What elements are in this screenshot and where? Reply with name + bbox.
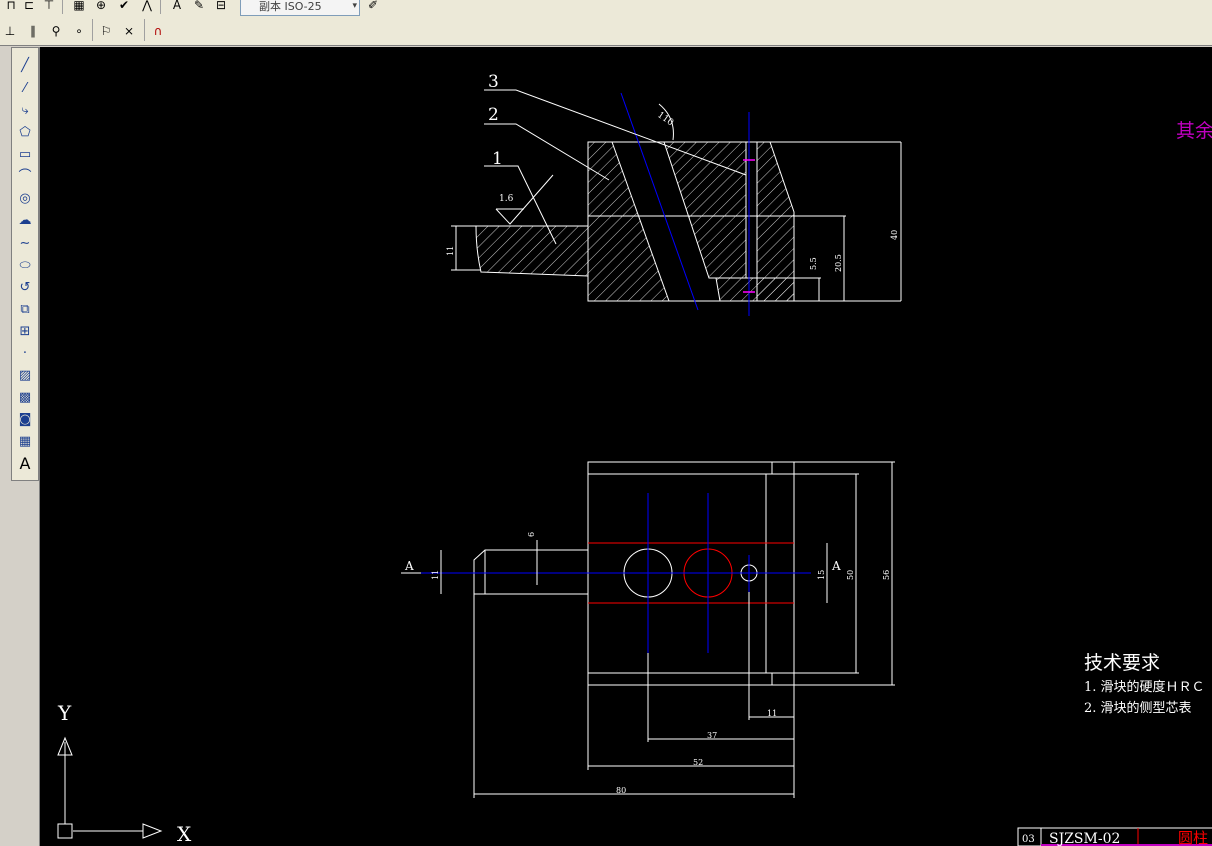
- drawing-canvas[interactable]: 110 3 2 1 1.6 11 5.5 20.5 40 A A 11 6 15…: [39, 47, 1212, 846]
- title-drawing-number: SJZSM-02: [1049, 831, 1120, 846]
- hatched-block-bottom: [715, 277, 795, 302]
- baseline-dim-icon[interactable]: ⊤: [40, 0, 58, 14]
- hatched-shank: [475, 225, 589, 277]
- perpendicular-snap-icon[interactable]: ⊥: [1, 22, 19, 40]
- dimension-style-select[interactable]: 副本 ISO-25 ▾: [240, 0, 360, 16]
- tech-requirement-1: 1. 滑块的硬度ＨＲＣ: [1084, 679, 1205, 695]
- section-label-a-right: A: [831, 559, 841, 573]
- construction-line-icon[interactable]: ⁄: [14, 79, 36, 99]
- node-snap-icon[interactable]: ∘: [70, 22, 88, 40]
- insert-snap-icon[interactable]: ⚲: [47, 22, 65, 40]
- dim-edit-icon[interactable]: ✔: [115, 0, 133, 14]
- polygon-tool-icon[interactable]: ⬠: [14, 123, 36, 143]
- roughness-value: 1.6: [499, 194, 514, 204]
- cad-drawing: 110 3 2 1 1.6 11 5.5 20.5 40 A A 11 6 15…: [57, 72, 1212, 846]
- leader-label-3: 3: [488, 72, 499, 92]
- circle-tool-icon[interactable]: ◎: [14, 189, 36, 209]
- line-tool-icon[interactable]: ╱: [14, 56, 36, 76]
- chevron-down-icon[interactable]: ▾: [352, 0, 357, 14]
- polyline-tool-icon[interactable]: ⤷: [14, 101, 36, 121]
- plan-view: A A 11 6 15 50 56 11 37 52 80: [401, 461, 895, 798]
- ucs-y-label: Y: [57, 701, 72, 725]
- dim-text-15: 15: [817, 570, 826, 580]
- title-block: 03 SJZSM-02 圆柱: [1017, 827, 1212, 846]
- dim-text-20-5: 20.5: [834, 254, 843, 272]
- parallel-snap-icon[interactable]: ∥: [24, 22, 42, 40]
- hatch-tool-icon[interactable]: ▨: [14, 366, 36, 386]
- draw-toolbar: ╱ ⁄ ⤷ ⬠ ▭ ⌒ ◎ ☁ ∼ ⬭ ↺ ⧉ ⊞ · ▨ ▩ ◙ ▦ A: [11, 47, 39, 481]
- dim-style-manager-icon[interactable]: ✐: [364, 0, 382, 14]
- title-part-name: 圆柱: [1178, 829, 1208, 846]
- dim-override-icon[interactable]: ✎: [190, 0, 208, 14]
- arc-tool-icon[interactable]: ⌒: [14, 167, 36, 187]
- plan-shank: [473, 549, 588, 595]
- ellipse-tool-icon[interactable]: ⬭: [14, 256, 36, 276]
- dim-text-56: 56: [882, 570, 891, 580]
- note-remaining: 其余: [1176, 120, 1212, 142]
- ellipse-arc-icon[interactable]: ↺: [14, 278, 36, 298]
- dimension-tool-icon[interactable]: ⊓: [2, 0, 20, 14]
- tech-requirement-2: 2. 滑块的侧型芯表: [1084, 700, 1192, 716]
- dim-text-37: 37: [707, 731, 717, 740]
- ucs-icon: Y X: [57, 701, 192, 846]
- make-block-icon[interactable]: ⊞: [14, 322, 36, 342]
- dim-text-50: 50: [846, 570, 855, 580]
- title-code: 03: [1022, 834, 1035, 845]
- none-snap-icon[interactable]: ⨯: [120, 22, 138, 40]
- tech-requirements-title: 技术要求: [1084, 652, 1160, 674]
- table-tool-icon[interactable]: ▦: [14, 432, 36, 452]
- rectangle-tool-icon[interactable]: ▭: [14, 145, 36, 165]
- point-tool-icon[interactable]: ·: [14, 344, 36, 364]
- ucs-x-arrow: [142, 823, 163, 839]
- dim-text-52: 52: [693, 758, 703, 767]
- section-view: 110 3 2 1 1.6 11 5.5 20.5 40: [446, 72, 902, 316]
- ucs-origin-box: [57, 823, 73, 839]
- dimension-style-value: 副本 ISO-25: [259, 0, 322, 13]
- nearest-snap-icon[interactable]: ⚐: [97, 22, 115, 40]
- dim-text-edit-icon[interactable]: ⋀: [138, 0, 156, 14]
- hatched-block-mid: [663, 141, 747, 279]
- dim-text-11-bottom: 11: [767, 709, 777, 718]
- dim-text-5-5: 5.5: [809, 257, 818, 270]
- spline-tool-icon[interactable]: ∼: [14, 234, 36, 254]
- toolbar-separator: [62, 0, 63, 14]
- revision-cloud-icon[interactable]: ☁: [14, 211, 36, 231]
- dim-update-icon[interactable]: A: [168, 0, 186, 14]
- insert-block-icon[interactable]: ⧉: [14, 300, 36, 320]
- region-tool-icon[interactable]: ◙: [14, 410, 36, 430]
- hatched-block-right: [756, 141, 795, 302]
- leader-label-2: 2: [488, 105, 499, 125]
- toolbar-separator: [160, 0, 161, 14]
- section-label-a-left: A: [404, 559, 414, 573]
- dim-text-40: 40: [890, 230, 899, 240]
- toolbar-osnap: ⊥ ∥ ⚲ ∘ ⚐ ⨯ ∩: [0, 17, 1212, 46]
- tolerance-icon[interactable]: ▦: [70, 0, 88, 14]
- dim-text-11: 11: [446, 246, 455, 256]
- center-mark-icon[interactable]: ⊕: [92, 0, 110, 14]
- dim-style-icon[interactable]: ⊟: [212, 0, 230, 14]
- hatched-block-left: [587, 141, 670, 302]
- dim-text-80: 80: [616, 786, 626, 795]
- toolbar-top: ⊓ ⊏ ⊤ ▦ ⊕ ✔ ⋀ A ✎ ⊟ 副本 ISO-25 ▾ ✐: [0, 0, 1212, 18]
- ucs-x-label: X: [177, 822, 192, 846]
- toolbar-separator: [92, 19, 93, 41]
- gradient-tool-icon[interactable]: ▩: [14, 388, 36, 408]
- dim-text-11-left: 11: [431, 570, 440, 580]
- multiline-text-icon[interactable]: A: [14, 454, 36, 474]
- leader-label-1: 1: [492, 149, 503, 169]
- dim-text-6: 6: [527, 532, 536, 537]
- toolbar-separator: [144, 19, 145, 41]
- ordinate-dim-icon[interactable]: ⊏: [20, 0, 38, 14]
- osnap-settings-icon[interactable]: ∩: [149, 22, 167, 40]
